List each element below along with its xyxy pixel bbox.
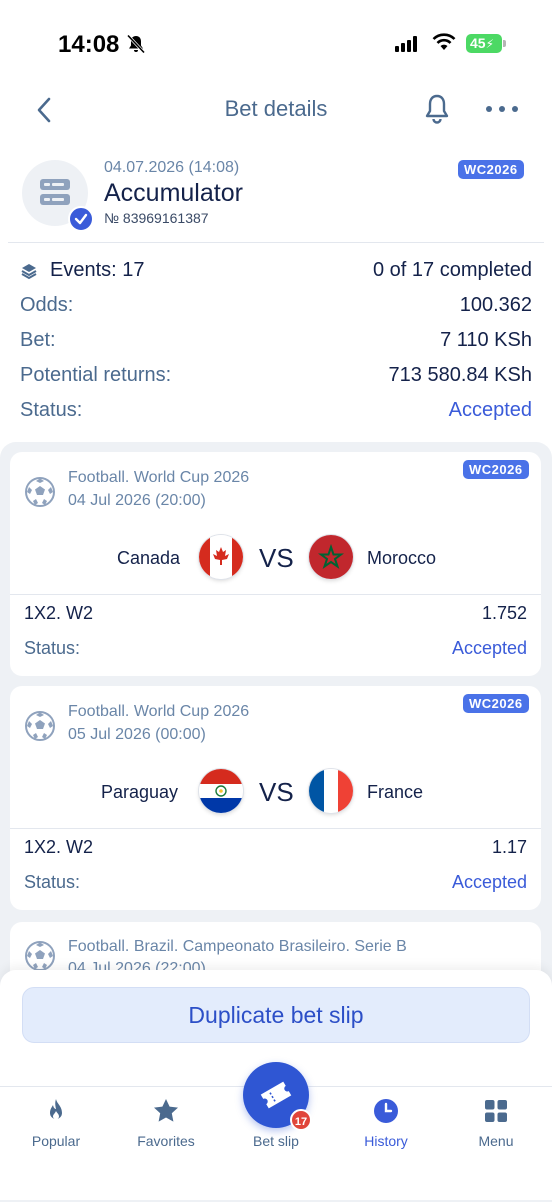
event-card[interactable]: Football. World Cup 2026 04 Jul 2026 (20… [10,452,541,676]
event-odds: 1.17 [491,837,527,857]
battery-tip [503,40,506,47]
event-league: Football. Brazil. Campeonato Brasileiro.… [68,938,407,955]
status-time: 14:08 [58,31,120,58]
page-title: Bet details [224,96,328,121]
event-card[interactable]: Football. World Cup 2026 05 Jul 2026 (00… [10,686,541,910]
wifi-icon [432,33,456,50]
event-market: 1X2. W2 [24,603,94,623]
bet-label: Bet: [20,329,56,351]
events-completed: 0 of 17 completed [373,259,532,281]
event-status: Accepted [451,638,527,658]
accepted-check-icon [68,206,94,232]
canada-flag-icon [199,535,243,579]
nav-popular-label: Popular [31,1133,81,1149]
layers-icon [21,264,37,280]
potential-returns: 713 580.84 KSh [388,364,532,386]
battery-indicator: 45⚡ [466,34,502,53]
battery-level: 45 [470,35,486,51]
nav-history-label: History [364,1133,408,1149]
notification-bell-icon[interactable] [422,92,452,126]
bet-status: Accepted [448,399,532,421]
bet-number: № 83969161387 [104,210,209,226]
nav-favorites[interactable]: Favorites [111,1087,221,1167]
football-icon [25,477,55,507]
event-league: Football. World Cup 2026 [68,703,250,720]
wc2026-badge: WC2026 [463,694,529,713]
star-icon [154,1099,178,1122]
charging-bolt-icon: ⚡ [485,37,495,51]
football-icon [25,941,55,971]
odds-label: Odds: [20,294,74,316]
divider [8,242,544,243]
event-league: Football. World Cup 2026 [68,469,250,486]
status-label: Status: [20,399,83,421]
away-team: France [367,782,424,802]
nav-popular[interactable]: Popular [1,1087,111,1167]
more-options-icon[interactable] [484,102,520,116]
nav-menu[interactable]: Menu [441,1087,551,1167]
returns-label: Potential returns: [20,364,172,386]
event-date: 05 Jul 2026 (00:00) [68,726,206,743]
bell-off-icon [126,34,146,54]
bet-amount: 7 110 KSh [440,329,532,351]
paraguay-flag-icon [199,769,243,813]
divider [10,594,541,595]
nav-betslip-label: Bet slip [253,1133,299,1149]
divider [10,828,541,829]
morocco-flag-icon [309,535,353,579]
wc2026-badge: WC2026 [458,160,524,179]
event-status-label: Status: [24,638,81,658]
event-market: 1X2. W2 [24,837,94,857]
event-odds: 1.752 [481,603,527,623]
clock-icon [374,1099,398,1123]
nav-menu-label: Menu [478,1133,514,1149]
grid-menu-icon [485,1100,507,1122]
flame-icon [50,1099,62,1120]
nav-history[interactable]: History [331,1087,441,1167]
bet-date: 04.07.2026 (14:08) [104,159,240,176]
vs-label: VS [259,777,294,807]
status-bar: 14:08 45⚡ [0,0,552,90]
event-status: Accepted [451,872,527,892]
wc2026-badge: WC2026 [463,460,529,479]
bet-type: Accumulator [104,179,243,207]
france-flag-icon [309,769,353,813]
event-date: 04 Jul 2026 (20:00) [68,492,206,509]
betslip-count-badge: 17 [290,1109,312,1131]
top-app-bar: Bet details [0,88,552,132]
away-team: Morocco [367,548,437,568]
vs-label: VS [259,543,294,573]
home-team: Paraguay [101,782,179,802]
event-status-label: Status: [24,872,81,892]
events-label: Events: 17 [50,259,145,281]
nav-favorites-label: Favorites [137,1133,195,1149]
football-icon [25,711,55,741]
home-team: Canada [117,548,181,568]
odds-value: 100.362 [459,294,532,316]
duplicate-bet-slip-button[interactable]: Duplicate bet slip [22,987,530,1043]
